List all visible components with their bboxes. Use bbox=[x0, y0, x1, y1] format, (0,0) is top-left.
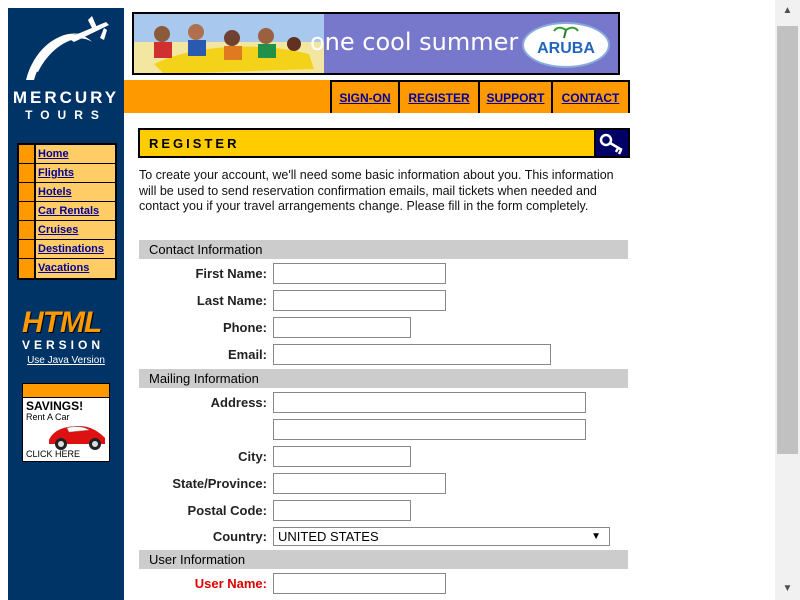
sidebar-item-vacations: Vacations bbox=[19, 259, 115, 278]
airplane-swoosh-icon bbox=[26, 16, 109, 80]
use-java-version-link[interactable]: Use Java Version bbox=[8, 355, 124, 366]
vertical-scrollbar[interactable]: ▲ ▼ bbox=[775, 0, 800, 600]
aruba-logo: ARUBA bbox=[522, 22, 610, 68]
top-nav-bar: SIGN-ON REGISTER SUPPORT CONTACT bbox=[124, 80, 630, 113]
first-name-label: First Name: bbox=[195, 266, 267, 281]
nav-bullet-icon bbox=[19, 183, 36, 201]
nav-bullet-icon bbox=[19, 164, 36, 182]
scroll-down-arrow-icon[interactable]: ▼ bbox=[775, 578, 800, 600]
section-mailing-information: Mailing Information bbox=[139, 369, 628, 388]
mercury-tours-logo[interactable]: MERCURY TOURS bbox=[8, 8, 124, 133]
ad-top-strip bbox=[23, 384, 109, 398]
html-version-title: HTML bbox=[22, 306, 102, 339]
sidebar-item-car-rentals: Car Rentals bbox=[19, 202, 115, 221]
red-car-icon bbox=[49, 426, 105, 450]
palm-tree-icon bbox=[553, 26, 579, 39]
country-select[interactable]: UNITED STATES ▼ bbox=[273, 527, 610, 546]
scroll-up-arrow-icon[interactable]: ▲ bbox=[775, 0, 800, 22]
html-version-badge: HTML VERSION Use Java Version bbox=[8, 298, 124, 368]
sidebar-item-home: Home bbox=[19, 145, 115, 164]
scrollbar-thumb[interactable] bbox=[777, 26, 798, 454]
phone-label: Phone: bbox=[222, 320, 267, 335]
city-input[interactable] bbox=[273, 446, 411, 467]
beach-photo-image bbox=[134, 14, 324, 73]
chevron-down-icon: ▼ bbox=[591, 531, 601, 542]
nav-bullet-icon bbox=[19, 221, 36, 239]
tab-sign-on[interactable]: SIGN-ON bbox=[330, 80, 400, 113]
key-icon-box bbox=[594, 130, 628, 156]
nav-bullet-icon bbox=[19, 259, 36, 278]
user-name-input[interactable] bbox=[273, 573, 446, 594]
email-label: Email: bbox=[227, 347, 267, 362]
html-version-subtitle: VERSION bbox=[22, 338, 105, 352]
address-label: Address: bbox=[210, 395, 267, 410]
savings-rent-a-car-ad[interactable]: SAVINGS! Rent A Car CLICK HERE bbox=[22, 383, 110, 462]
section-user-information: User Information bbox=[139, 550, 628, 569]
sidebar-link-hotels[interactable]: Hotels bbox=[36, 183, 115, 201]
sidebar-item-destinations: Destinations bbox=[19, 240, 115, 259]
sidebar-item-cruises: Cruises bbox=[19, 221, 115, 240]
nav-bullet-icon bbox=[19, 145, 36, 163]
phone-input[interactable] bbox=[273, 317, 411, 338]
tab-register[interactable]: REGISTER bbox=[398, 80, 480, 113]
sidebar-link-home[interactable]: Home bbox=[36, 145, 115, 163]
section-contact-information: Contact Information bbox=[139, 240, 628, 259]
user-name-label: User Name: bbox=[194, 576, 267, 591]
key-icon bbox=[599, 133, 623, 155]
address-line1-input[interactable] bbox=[273, 392, 586, 413]
first-name-input[interactable] bbox=[273, 263, 446, 284]
sidebar-link-destinations[interactable]: Destinations bbox=[36, 240, 115, 258]
logo-mercury-text: MERCURY bbox=[12, 88, 120, 107]
register-intro-text: To create your account, we'll need some … bbox=[139, 168, 614, 213]
page-title: REGISTER bbox=[149, 136, 240, 151]
address-line2-input[interactable] bbox=[273, 419, 586, 440]
last-name-label: Last Name: bbox=[196, 293, 267, 308]
state-province-input[interactable] bbox=[273, 473, 446, 494]
sidebar-link-cruises[interactable]: Cruises bbox=[36, 221, 115, 239]
city-label: City: bbox=[238, 449, 267, 464]
ad-click-here: CLICK HERE bbox=[26, 449, 81, 459]
register-header: REGISTER bbox=[138, 128, 630, 158]
country-selected-value: UNITED STATES bbox=[278, 529, 379, 544]
nav-bullet-icon bbox=[19, 240, 36, 258]
aruba-banner-ad[interactable]: one cool summer ARUBA bbox=[132, 12, 620, 75]
ad-title: SAVINGS! bbox=[26, 399, 84, 413]
sidebar-link-vacations[interactable]: Vacations bbox=[36, 259, 115, 278]
aruba-brand-text: ARUBA bbox=[537, 40, 595, 57]
state-province-label: State/Province: bbox=[172, 476, 267, 491]
country-label: Country: bbox=[212, 529, 267, 544]
last-name-input[interactable] bbox=[273, 290, 446, 311]
sidebar-link-car-rentals[interactable]: Car Rentals bbox=[36, 202, 115, 220]
tab-support[interactable]: SUPPORT bbox=[478, 80, 553, 113]
banner-tagline: one cool summer bbox=[310, 28, 519, 56]
postal-code-label: Postal Code: bbox=[187, 503, 267, 518]
sidebar: MERCURY TOURS Home Flights Hotels Car Re… bbox=[8, 8, 124, 600]
tab-contact[interactable]: CONTACT bbox=[551, 80, 630, 113]
sidebar-nav: Home Flights Hotels Car Rentals Cruises … bbox=[17, 143, 117, 280]
email-input[interactable] bbox=[273, 344, 551, 365]
sidebar-item-hotels: Hotels bbox=[19, 183, 115, 202]
sidebar-item-flights: Flights bbox=[19, 164, 115, 183]
sidebar-link-flights[interactable]: Flights bbox=[36, 164, 115, 182]
logo-tours-text: TOURS bbox=[25, 108, 107, 122]
postal-code-input[interactable] bbox=[273, 500, 411, 521]
nav-bullet-icon bbox=[19, 202, 36, 220]
